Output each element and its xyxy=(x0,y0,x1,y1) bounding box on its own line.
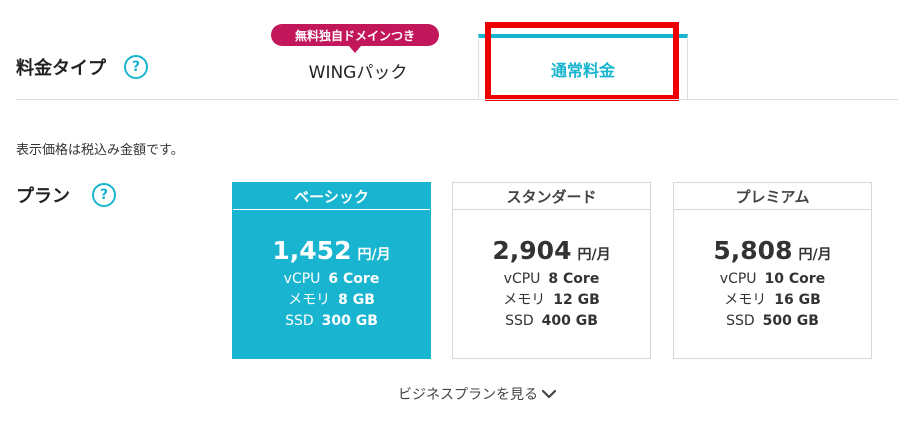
plan-specs: vCPU 6 Core メモリ 8 GB SSD 300 GB xyxy=(233,269,430,332)
ssd-label: SSD xyxy=(505,313,534,329)
memory-value: 8 GB xyxy=(338,292,375,308)
plan-name: ベーシック xyxy=(233,183,430,210)
price-line: 1,452 円/月 xyxy=(233,236,430,265)
plan-help-icon[interactable]: ? xyxy=(92,183,116,207)
business-plan-link-label: ビジネスプランを見る xyxy=(398,387,538,403)
price-type-help-icon[interactable]: ? xyxy=(124,55,148,79)
tab-normal-price[interactable]: 通常料金 xyxy=(478,34,688,100)
plan-row: プラン ? xyxy=(16,182,116,208)
cpu-label: vCPU xyxy=(283,271,321,287)
plan-specs: vCPU 10 Core メモリ 16 GB SSD 500 GB xyxy=(674,269,871,332)
memory-label: メモリ xyxy=(288,292,331,308)
plan-price: 5,808 xyxy=(713,236,793,265)
price-type-row: 料金タイプ ? xyxy=(16,54,148,80)
plan-name: スタンダード xyxy=(453,183,650,210)
ssd-label: SSD xyxy=(726,313,755,329)
plan-price: 1,452 xyxy=(272,236,352,265)
tab-normal-price-label: 通常料金 xyxy=(550,61,615,80)
price-type-label: 料金タイプ xyxy=(16,58,106,79)
tax-note: 表示価格は税込み金額です。 xyxy=(16,143,184,158)
plan-price: 2,904 xyxy=(492,236,572,265)
plan-card-standard[interactable]: スタンダード 2,904 円/月 vCPU 8 Core メモリ 12 GB SSD 4… xyxy=(452,182,651,359)
ssd-value: 300 GB xyxy=(321,313,378,329)
price-unit: 円/月 xyxy=(577,247,611,263)
ssd-label: SSD xyxy=(285,313,314,329)
ssd-value: 400 GB xyxy=(541,313,598,329)
tab-wing-pack-label: WINGパック xyxy=(308,62,408,83)
price-unit: 円/月 xyxy=(357,247,391,263)
plan-card-premium[interactable]: プレミアム 5,808 円/月 vCPU 10 Core メモリ 16 GB SSD 5… xyxy=(673,182,872,359)
tab-wing-pack[interactable]: WINGパック xyxy=(238,40,478,100)
business-plan-link[interactable]: ビジネスプランを見る xyxy=(398,384,556,404)
cpu-value: 8 Core xyxy=(548,271,600,287)
memory-label: メモリ xyxy=(724,292,767,308)
memory-value: 16 GB xyxy=(774,292,821,308)
plan-card-basic[interactable]: ベーシック 1,452 円/月 vCPU 6 Core メモリ 8 GB SSD 300… xyxy=(232,182,431,359)
price-line: 2,904 円/月 xyxy=(453,236,650,265)
plan-name: プレミアム xyxy=(674,183,871,210)
cpu-value: 6 Core xyxy=(328,271,380,287)
price-line: 5,808 円/月 xyxy=(674,236,871,265)
chevron-down-icon xyxy=(542,389,556,399)
cpu-label: vCPU xyxy=(503,271,541,287)
cpu-label: vCPU xyxy=(719,271,757,287)
memory-value: 12 GB xyxy=(553,292,600,308)
cpu-value: 10 Core xyxy=(764,271,826,287)
plan-label: プラン xyxy=(16,186,70,207)
price-unit: 円/月 xyxy=(798,247,832,263)
plan-specs: vCPU 8 Core メモリ 12 GB SSD 400 GB xyxy=(453,269,650,332)
memory-label: メモリ xyxy=(503,292,546,308)
ssd-value: 500 GB xyxy=(762,313,819,329)
tab-divider xyxy=(16,99,898,100)
